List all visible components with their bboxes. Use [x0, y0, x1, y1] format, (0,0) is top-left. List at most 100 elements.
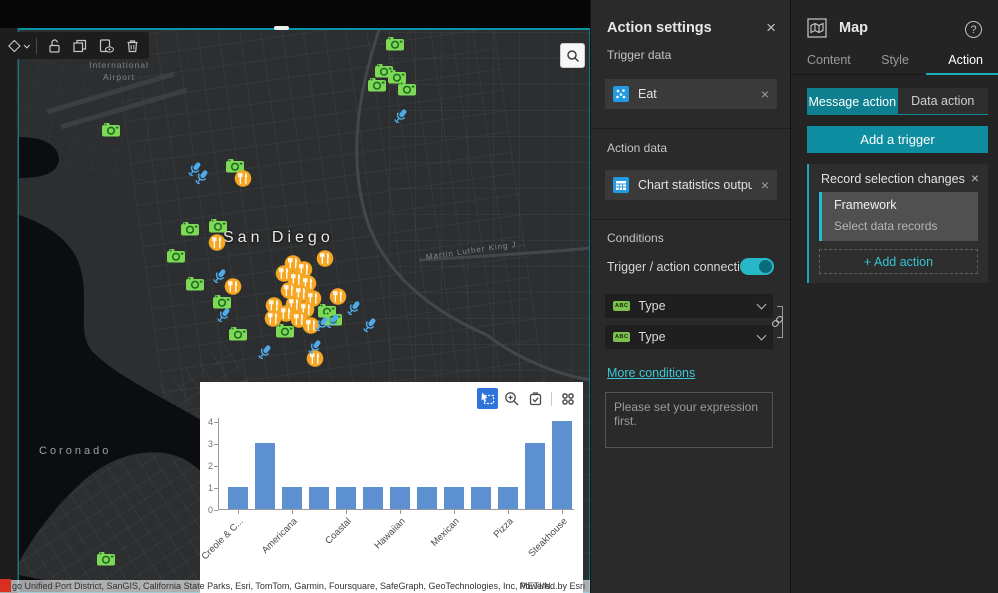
duplicate-icon[interactable]: [68, 34, 92, 58]
map-icon: [807, 18, 827, 38]
bar-value-1[interactable]: [282, 487, 302, 509]
map-top-bar: [0, 0, 590, 28]
bar-value-1[interactable]: [309, 487, 329, 509]
camera-marker[interactable]: [180, 221, 200, 242]
clear-selection-icon[interactable]: [525, 388, 546, 409]
mic-marker[interactable]: [360, 316, 378, 342]
active-tab-underline: [926, 73, 998, 75]
tab-style[interactable]: Style: [866, 48, 925, 74]
camera-marker[interactable]: [397, 81, 417, 102]
bar-value-3[interactable]: [255, 443, 275, 509]
remove-action-data-icon[interactable]: ×: [761, 177, 769, 193]
bar-value-1[interactable]: [417, 487, 437, 509]
shape-tool-icon[interactable]: [7, 34, 31, 58]
close-icon[interactable]: ×: [766, 18, 776, 38]
action-settings-panel: Action settings × Trigger data Eat × Act…: [590, 0, 791, 593]
bar-value-1[interactable]: [336, 487, 356, 509]
camera-marker[interactable]: [166, 248, 186, 269]
y-tick-label: 3: [207, 439, 213, 449]
x-tick-mark: [400, 510, 401, 514]
connection-label: Trigger / action connection: [607, 260, 754, 274]
add-action-button[interactable]: + Add action: [819, 249, 978, 274]
eat-marker[interactable]: [316, 250, 334, 273]
trigger-action-item[interactable]: Framework Select data records: [819, 192, 978, 241]
camera-marker[interactable]: [101, 122, 121, 143]
action-data-name: Chart statistics output...: [638, 178, 752, 192]
unlock-icon[interactable]: [42, 34, 66, 58]
city-label: San Diego: [223, 229, 334, 246]
mic-marker[interactable]: [210, 267, 228, 293]
y-tick-mark: [214, 422, 218, 423]
camera-marker[interactable]: [185, 276, 205, 297]
string-field-icon: ABC: [613, 301, 631, 311]
bar-value-1[interactable]: [498, 487, 518, 509]
widget-selection-handle[interactable]: [274, 26, 289, 30]
mic-marker[interactable]: [255, 343, 273, 369]
eat-marker[interactable]: [208, 234, 226, 257]
select-features-icon[interactable]: [477, 388, 498, 409]
y-tick-mark: [214, 444, 218, 445]
stats-table-icon: [613, 177, 629, 193]
page-visibility-icon[interactable]: [94, 34, 118, 58]
x-tick-mark: [292, 510, 293, 514]
conditions-label: Conditions: [607, 231, 664, 245]
add-trigger-button[interactable]: Add a trigger: [807, 126, 988, 153]
field-dropdown-2[interactable]: ABC Type: [605, 325, 773, 349]
data-action-button[interactable]: Data action: [897, 88, 988, 115]
help-icon[interactable]: ?: [965, 21, 982, 38]
y-tick-label: 2: [207, 461, 213, 471]
camera-marker[interactable]: [96, 551, 116, 572]
action-target: Framework: [834, 198, 897, 212]
trigger-data-item[interactable]: Eat ×: [605, 79, 777, 109]
chart-toolbar: [477, 388, 578, 409]
connection-toggle[interactable]: [740, 258, 774, 275]
action-data-item[interactable]: Chart statistics output... ×: [605, 170, 777, 200]
bar-value-3[interactable]: [525, 443, 545, 509]
bar-value-1[interactable]: [390, 487, 410, 509]
camera-marker[interactable]: [385, 36, 405, 57]
chart-widget: Creole & C... Americana Coastal Hawaiian Mex…: [200, 382, 583, 593]
field-dropdown-1[interactable]: ABC Type: [605, 294, 773, 318]
zoom-in-icon[interactable]: [501, 388, 522, 409]
bar-value-1[interactable]: [471, 487, 491, 509]
powered-by-esri: Powered by Esri: [519, 581, 585, 591]
camera-marker[interactable]: [367, 77, 387, 98]
trigger-data-label: Trigger data: [607, 48, 672, 62]
trigger-data-name: Eat: [638, 87, 657, 101]
bar-value-4[interactable]: [552, 421, 572, 509]
remove-trigger-icon[interactable]: ×: [971, 170, 979, 186]
settings-tabs: Content Style Action: [791, 48, 998, 75]
bar-value-1[interactable]: [228, 487, 248, 509]
mic-marker[interactable]: [305, 338, 323, 364]
tab-action[interactable]: Action: [924, 48, 983, 74]
panel-title: Action settings: [607, 20, 712, 36]
action-description: Select data records: [834, 219, 938, 233]
builder-left-edge: [0, 28, 18, 593]
trash-icon[interactable]: [120, 34, 144, 58]
mic-marker[interactable]: [323, 312, 341, 338]
search-icon: [566, 49, 579, 62]
eat-marker[interactable]: [234, 170, 252, 193]
link-fields-icon[interactable]: [771, 315, 784, 333]
tab-content[interactable]: Content: [807, 48, 866, 74]
bar-value-1[interactable]: [444, 487, 464, 509]
more-conditions-link[interactable]: More conditions: [607, 366, 695, 380]
toolbar-divider: [36, 37, 37, 54]
mic-marker[interactable]: [391, 107, 409, 133]
bar-value-1[interactable]: [363, 487, 383, 509]
y-tick-label: 4: [207, 417, 213, 427]
mic-marker[interactable]: [192, 168, 210, 194]
points-layer-icon: [613, 86, 629, 102]
map-widget-panel: Map ? Content Style Action Message actio…: [790, 0, 998, 593]
divider: [591, 128, 791, 129]
chevron-down-icon: [756, 330, 767, 340]
search-button[interactable]: [560, 43, 585, 68]
mic-marker[interactable]: [214, 306, 232, 332]
island-label: Coronado: [39, 445, 112, 457]
grid-dots-icon[interactable]: [557, 388, 578, 409]
x-tick-mark: [562, 510, 563, 514]
message-action-button[interactable]: Message action: [807, 88, 898, 115]
x-tick-label: Steakhouse: [526, 516, 570, 560]
remove-trigger-data-icon[interactable]: ×: [761, 86, 769, 102]
y-tick-label: 1: [207, 483, 213, 493]
